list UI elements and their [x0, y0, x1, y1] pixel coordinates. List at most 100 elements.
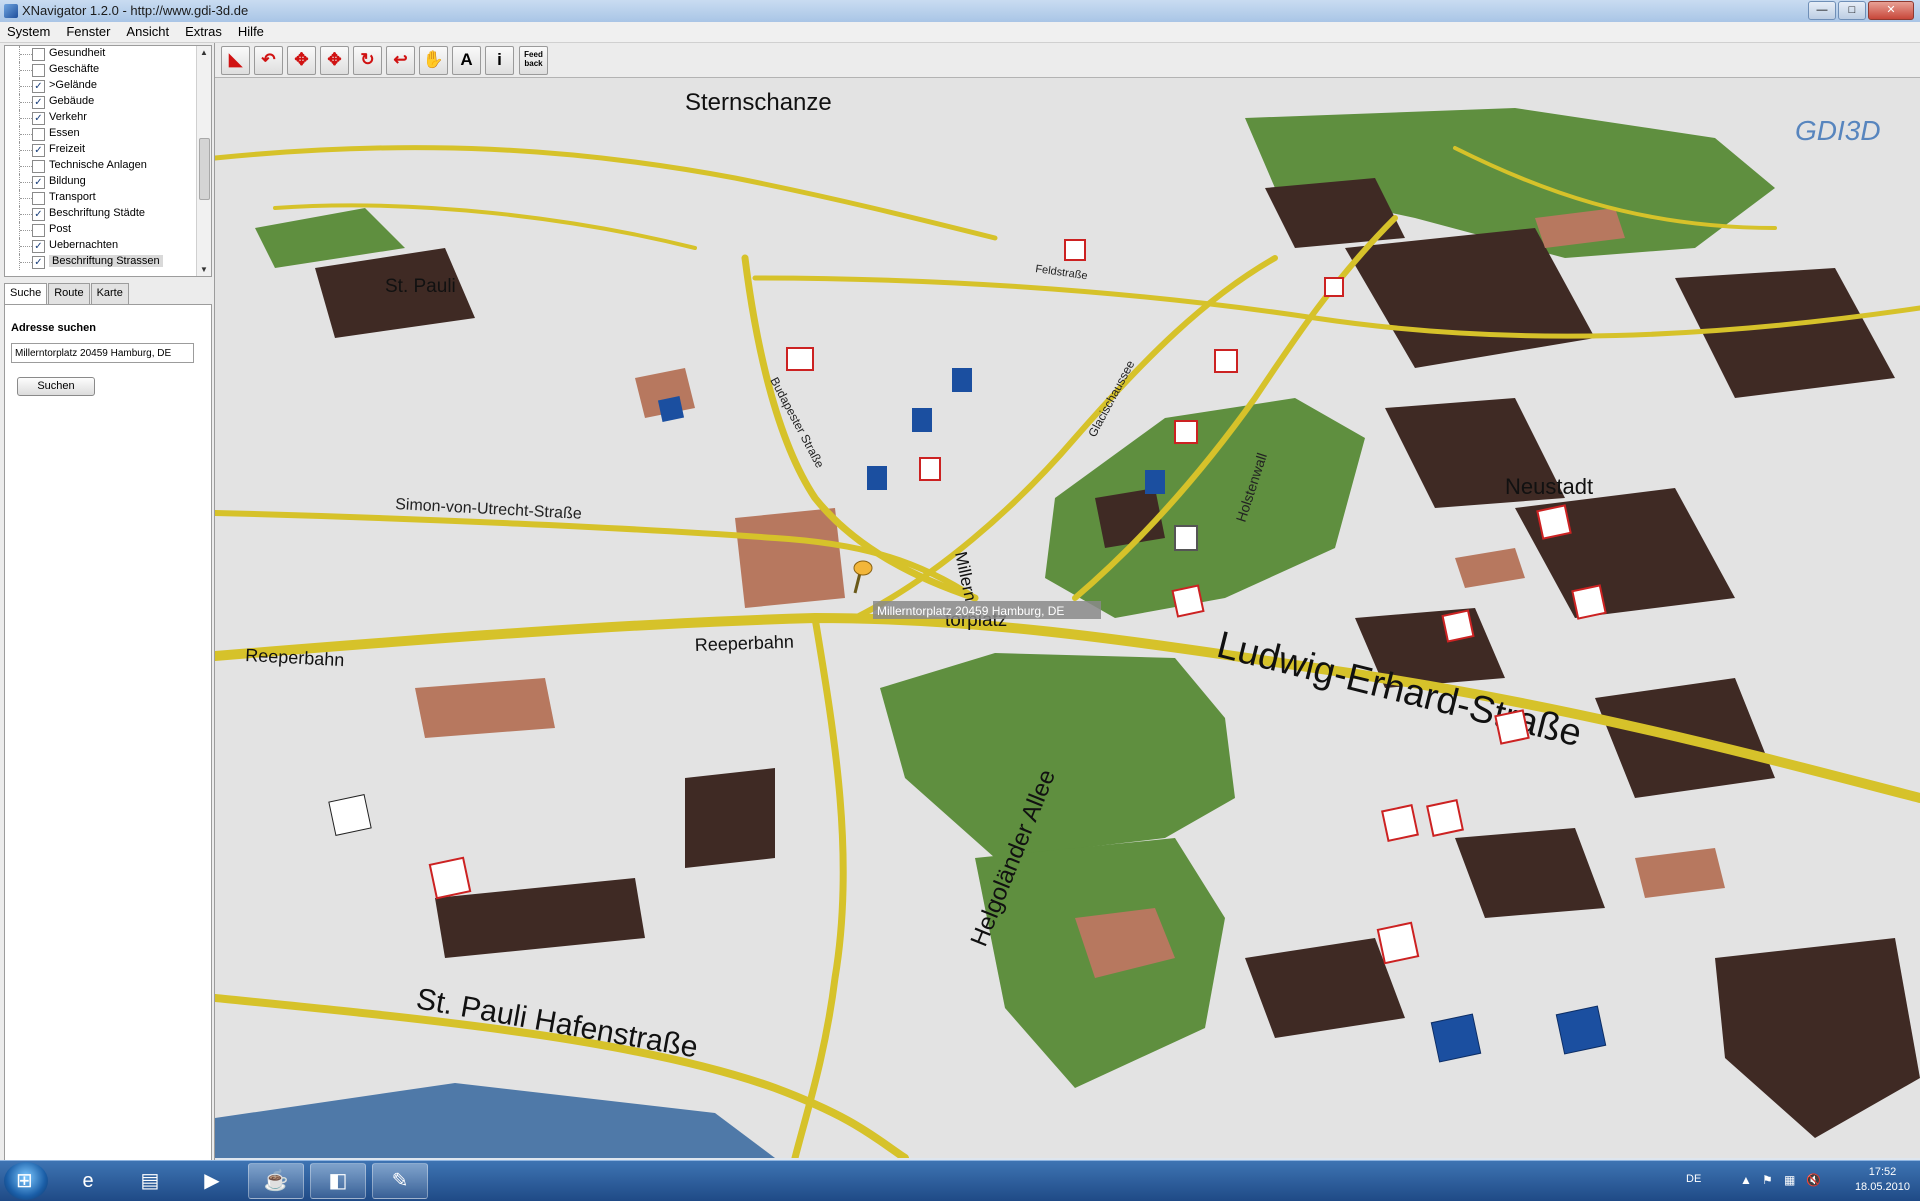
tree-branch: [20, 150, 32, 151]
scroll-up-icon[interactable]: ▲: [200, 48, 208, 57]
explorer-icon[interactable]: ▤: [122, 1163, 178, 1199]
clock[interactable]: 17:52 18.05.2010: [1855, 1165, 1910, 1195]
java-app-icon[interactable]: ☕: [248, 1163, 304, 1199]
leisure-icon: [1571, 584, 1607, 620]
telephone-icon: [1376, 921, 1420, 965]
action-center-icon[interactable]: ⚑: [1762, 1173, 1773, 1187]
tilt-tool-button[interactable]: ↶: [254, 46, 283, 75]
media-player-icon[interactable]: ▶: [184, 1163, 240, 1199]
close-button[interactable]: ✕: [1868, 1, 1914, 20]
map-canvas[interactable]: Sternschanze St. Pauli Neustadt Simon-vo…: [215, 78, 1920, 1158]
paint-icon[interactable]: ✎: [372, 1163, 428, 1199]
leisure-icon: [428, 856, 472, 900]
layer-row[interactable]: ✓ Bildung: [5, 174, 211, 190]
layer-row[interactable]: ✓ Verkehr: [5, 110, 211, 126]
info-tool-button[interactable]: i: [485, 46, 514, 75]
layer-checkbox[interactable]: [32, 192, 45, 205]
scroll-thumb[interactable]: [199, 138, 210, 200]
window-controls: — □ ✕: [1808, 1, 1914, 20]
menu-extras[interactable]: Extras: [178, 22, 231, 42]
layer-row[interactable]: ✓ Freizeit: [5, 142, 211, 158]
window-title: XNavigator 1.2.0 - http://www.gdi-3d.de: [22, 3, 249, 18]
menu-hilfe[interactable]: Hilfe: [231, 22, 273, 42]
windows-icon: ⊞: [16, 1170, 33, 1192]
menu-fenster[interactable]: Fenster: [59, 22, 119, 42]
layer-row[interactable]: ✓ Beschriftung Strassen: [5, 254, 211, 270]
pan-tool-button[interactable]: ✥: [287, 46, 316, 75]
menu-system[interactable]: System: [0, 22, 59, 42]
layer-checkbox[interactable]: ✓: [32, 80, 45, 93]
layer-checkbox[interactable]: [32, 48, 45, 61]
layer-row[interactable]: Essen: [5, 126, 211, 142]
tree-branch: [20, 214, 32, 215]
tab-karte[interactable]: Karte: [90, 283, 129, 305]
layer-checkbox[interactable]: [32, 128, 45, 141]
district-label-sternschanze: Sternschanze: [685, 89, 832, 116]
parking-icon: [952, 368, 972, 392]
turn-tool-button[interactable]: ↩: [386, 46, 415, 75]
pan-alt-tool-button[interactable]: ✥: [320, 46, 349, 75]
tree-branch: [20, 118, 32, 119]
layer-checkbox[interactable]: ✓: [32, 144, 45, 157]
search-button[interactable]: Suchen: [17, 377, 95, 396]
layer-checkbox[interactable]: ✓: [32, 176, 45, 189]
network-icon[interactable]: ▦: [1784, 1173, 1795, 1187]
layer-row[interactable]: Transport: [5, 190, 211, 206]
layer-checkbox[interactable]: ✓: [32, 96, 45, 109]
move-forward-tool-button[interactable]: ◣: [221, 46, 250, 75]
rotate-tool-button[interactable]: ↻: [353, 46, 382, 75]
hotel-icon: [328, 794, 372, 836]
tree-branch: [20, 102, 32, 103]
pin-icon: [853, 560, 873, 576]
layer-scrollbar[interactable]: ▲ ▼: [196, 46, 211, 276]
layer-label: Gesundheit: [49, 47, 106, 59]
layer-label: Beschriftung Städte: [49, 207, 146, 219]
panel-tabs: Suche Route Karte: [4, 283, 130, 305]
menu-ansicht[interactable]: Ansicht: [119, 22, 178, 42]
layer-checkbox[interactable]: [32, 160, 45, 173]
layer-row[interactable]: Geschäfte: [5, 62, 211, 78]
tree-branch: [20, 166, 32, 167]
tree-branch: [20, 262, 32, 263]
minimize-button[interactable]: —: [1808, 1, 1836, 20]
layer-row[interactable]: ✓ >Gelände: [5, 78, 211, 94]
left-panel: Gesundheit Geschäfte ✓ >Gelände ✓ Gebäude ✓ Ver…: [0, 43, 215, 1199]
layer-checkbox[interactable]: [32, 64, 45, 77]
volume-muted-icon[interactable]: 🔇: [1806, 1173, 1821, 1187]
tab-route[interactable]: Route: [48, 283, 90, 305]
layer-label: Essen: [49, 127, 80, 139]
map-view[interactable]: Sternschanze St. Pauli Neustadt Simon-vo…: [215, 78, 1920, 1158]
layer-row[interactable]: ✓ Gebäude: [5, 94, 211, 110]
parking-icon: [912, 408, 932, 432]
layer-row[interactable]: ✓ Beschriftung Städte: [5, 206, 211, 222]
parking-icon: [1145, 470, 1165, 494]
hand-tool-button[interactable]: ✋: [419, 46, 448, 75]
maximize-button[interactable]: □: [1838, 1, 1866, 20]
language-indicator[interactable]: DE: [1686, 1173, 1701, 1185]
tree-branch: [20, 246, 32, 247]
telephone-icon: [1174, 420, 1198, 444]
show-hidden-icons-icon[interactable]: ▲: [1740, 1173, 1752, 1187]
layer-checkbox[interactable]: [32, 224, 45, 237]
layer-checkbox[interactable]: ✓: [32, 208, 45, 221]
ie-icon[interactable]: e: [60, 1163, 116, 1199]
feedback-button[interactable]: Feed back: [519, 46, 548, 75]
clock-date: 18.05.2010: [1854, 1181, 1910, 1193]
address-input[interactable]: [11, 343, 194, 363]
layer-checkbox[interactable]: ✓: [32, 256, 45, 269]
tab-suche[interactable]: Suche: [4, 283, 48, 305]
tree-branch: [20, 86, 32, 87]
scroll-down-icon[interactable]: ▼: [200, 265, 208, 274]
layer-row[interactable]: Gesundheit: [5, 46, 211, 62]
annotation-tool-button[interactable]: A: [452, 46, 481, 75]
tree-branch: [20, 198, 32, 199]
layer-row[interactable]: ✓ Uebernachten: [5, 238, 211, 254]
telephone-icon: [1536, 504, 1572, 540]
start-button[interactable]: ⊞: [4, 1162, 48, 1200]
layer-checkbox[interactable]: ✓: [32, 112, 45, 125]
layer-row[interactable]: Post: [5, 222, 211, 238]
window-app-icon[interactable]: ◧: [310, 1163, 366, 1199]
layer-checkbox[interactable]: ✓: [32, 240, 45, 253]
layer-row[interactable]: Technische Anlagen: [5, 158, 211, 174]
layer-label: Gebäude: [49, 95, 95, 107]
